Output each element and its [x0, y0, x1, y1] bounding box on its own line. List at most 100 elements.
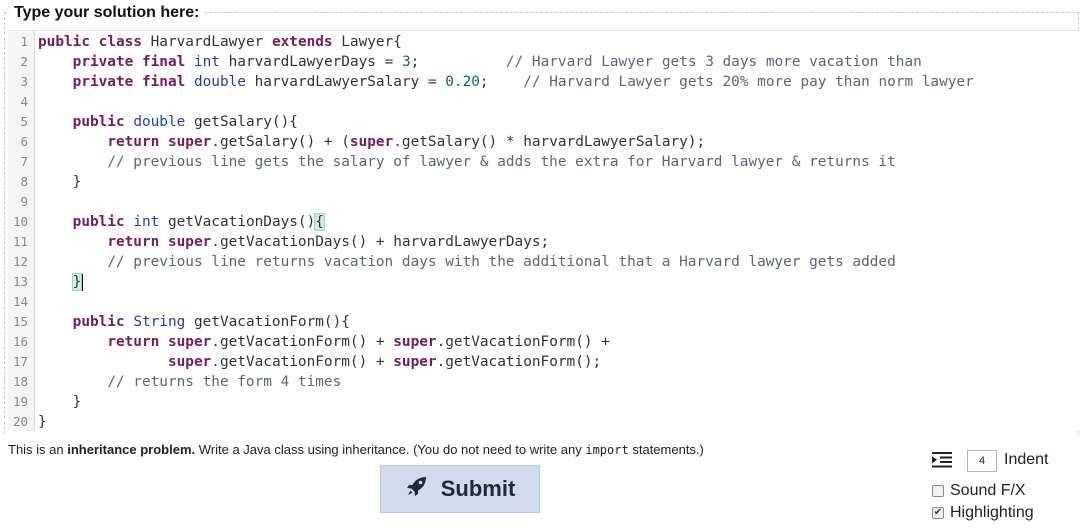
instructions-bold: inheritance problem. — [67, 442, 196, 457]
line-number: 14 — [12, 294, 28, 309]
line-number: 4 — [20, 94, 28, 109]
code-token: double — [193, 74, 246, 90]
code-keyword: class — [98, 34, 142, 50]
code-text: super.getVacationForm() + super.getVacat… — [38, 352, 601, 372]
submit-button[interactable]: Submit — [380, 465, 540, 513]
line-number: 13 — [12, 274, 28, 289]
line-number: 1 — [20, 34, 28, 49]
indent-label: Indent — [1004, 451, 1049, 468]
submit-label: Submit — [440, 476, 516, 501]
text-cursor — [82, 273, 84, 291]
line-number: 8 — [20, 174, 28, 189]
line-number: 18 — [12, 374, 28, 389]
code-editor[interactable]: 1 public class HarvardLawyer extends Lawy… — [8, 30, 1079, 431]
code-keyword: super — [349, 134, 394, 150]
code-text: } — [38, 172, 82, 192]
code-token: ; — [479, 74, 524, 90]
line-number: 20 — [12, 414, 28, 429]
code-token: getSalary(){ — [185, 114, 298, 130]
highlighting-checkbox[interactable]: ✔ — [932, 507, 944, 519]
code-keyword: super — [167, 234, 212, 250]
code-token: 3 — [401, 54, 411, 70]
sound-fx-checkbox[interactable] — [932, 485, 944, 497]
code-keyword: return — [107, 234, 160, 250]
line-number: 7 — [20, 154, 28, 169]
code-text: private final double harvardLawyerSalary… — [38, 72, 974, 92]
code-keyword: private — [72, 74, 134, 90]
code-text: // previous line returns vacation days w… — [38, 252, 895, 272]
code-token: .getVacationForm() + — [436, 334, 610, 350]
line-number: 3 — [20, 74, 28, 89]
code-text: // returns the form 4 times — [38, 372, 341, 392]
code-token: 0.20 — [445, 74, 480, 90]
code-keyword: super — [167, 334, 212, 350]
code-text: return super.getSalary() + (super.getSal… — [38, 132, 705, 152]
line-number: 16 — [12, 334, 28, 349]
code-comment: // returns the form 4 times — [107, 374, 342, 390]
code-token: } — [72, 174, 82, 190]
code-token: getVacationDays() — [159, 214, 316, 230]
code-comment: // Harvard Lawyer gets 20% more pay than… — [523, 74, 974, 90]
code-token: harvardLawyerSalary = — [245, 74, 446, 90]
code-token: .getVacationDays() + harvardLawyerDays; — [211, 234, 550, 250]
code-keyword: public — [72, 214, 125, 230]
code-text: public String getVacationForm(){ — [38, 312, 350, 332]
code-token: int — [193, 54, 220, 70]
code-token: .getVacationForm(); — [436, 354, 602, 370]
line-number: 11 — [12, 234, 28, 249]
code-keyword: final — [141, 74, 186, 90]
code-comment: // previous line gets the salary of lawy… — [107, 154, 896, 170]
code-keyword: public — [72, 114, 125, 130]
code-text: return super.getVacationForm() + super.g… — [38, 332, 610, 352]
code-keyword: return — [107, 334, 160, 350]
code-keyword: extends — [271, 34, 333, 50]
code-token: .getVacationForm() + — [211, 334, 394, 350]
instructions-text-1: This is an — [8, 442, 68, 457]
code-token: double — [133, 114, 186, 130]
code-token: ; — [410, 54, 506, 70]
code-token: getVacationForm(){ — [185, 314, 350, 330]
indent-size-input[interactable]: 4 — [967, 450, 997, 472]
code-keyword: public — [72, 314, 125, 330]
line-number: 10 — [12, 214, 28, 229]
code-token: } — [72, 394, 82, 410]
instructions-text-2: Write a Java class using inheritance. (Y… — [195, 442, 586, 457]
line-number: 15 — [12, 314, 28, 329]
code-comment: // Harvard Lawyer gets 3 days more vacat… — [505, 54, 922, 70]
code-text: private final int harvardLawyerDays = 3;… — [38, 52, 922, 72]
code-token: HarvardLawyer — [141, 34, 272, 50]
code-keyword: final — [141, 54, 186, 70]
code-keyword: super — [393, 354, 437, 370]
highlighting-option[interactable]: ✔ Highlighting — [932, 504, 1034, 522]
code-token: .getVacationForm() + — [211, 354, 394, 370]
line-number: 6 — [20, 134, 28, 149]
instructions-code: import — [585, 443, 629, 457]
code-text: public int getVacationDays(){ — [38, 212, 325, 232]
code-keyword: super — [393, 334, 437, 350]
line-number: 9 — [20, 194, 28, 209]
code-token: .getSalary() + ( — [211, 134, 350, 150]
code-keyword: public — [38, 34, 90, 50]
code-keyword: private — [72, 54, 134, 70]
line-number: 2 — [20, 54, 28, 69]
code-token: int — [133, 214, 160, 230]
code-keyword: super — [167, 354, 212, 370]
line-number: 19 — [12, 394, 28, 409]
indent-icon[interactable] — [928, 450, 956, 470]
code-text: return super.getVacationDays() + harvard… — [38, 232, 549, 252]
code-keyword: return — [107, 134, 160, 150]
code-text: } — [38, 412, 47, 432]
highlighting-label: Highlighting — [950, 504, 1034, 521]
sound-fx-option[interactable]: Sound F/X — [932, 482, 1026, 500]
problem-instructions: This is an inheritance problem. Write a … — [8, 442, 704, 457]
line-number: 17 — [12, 354, 28, 369]
